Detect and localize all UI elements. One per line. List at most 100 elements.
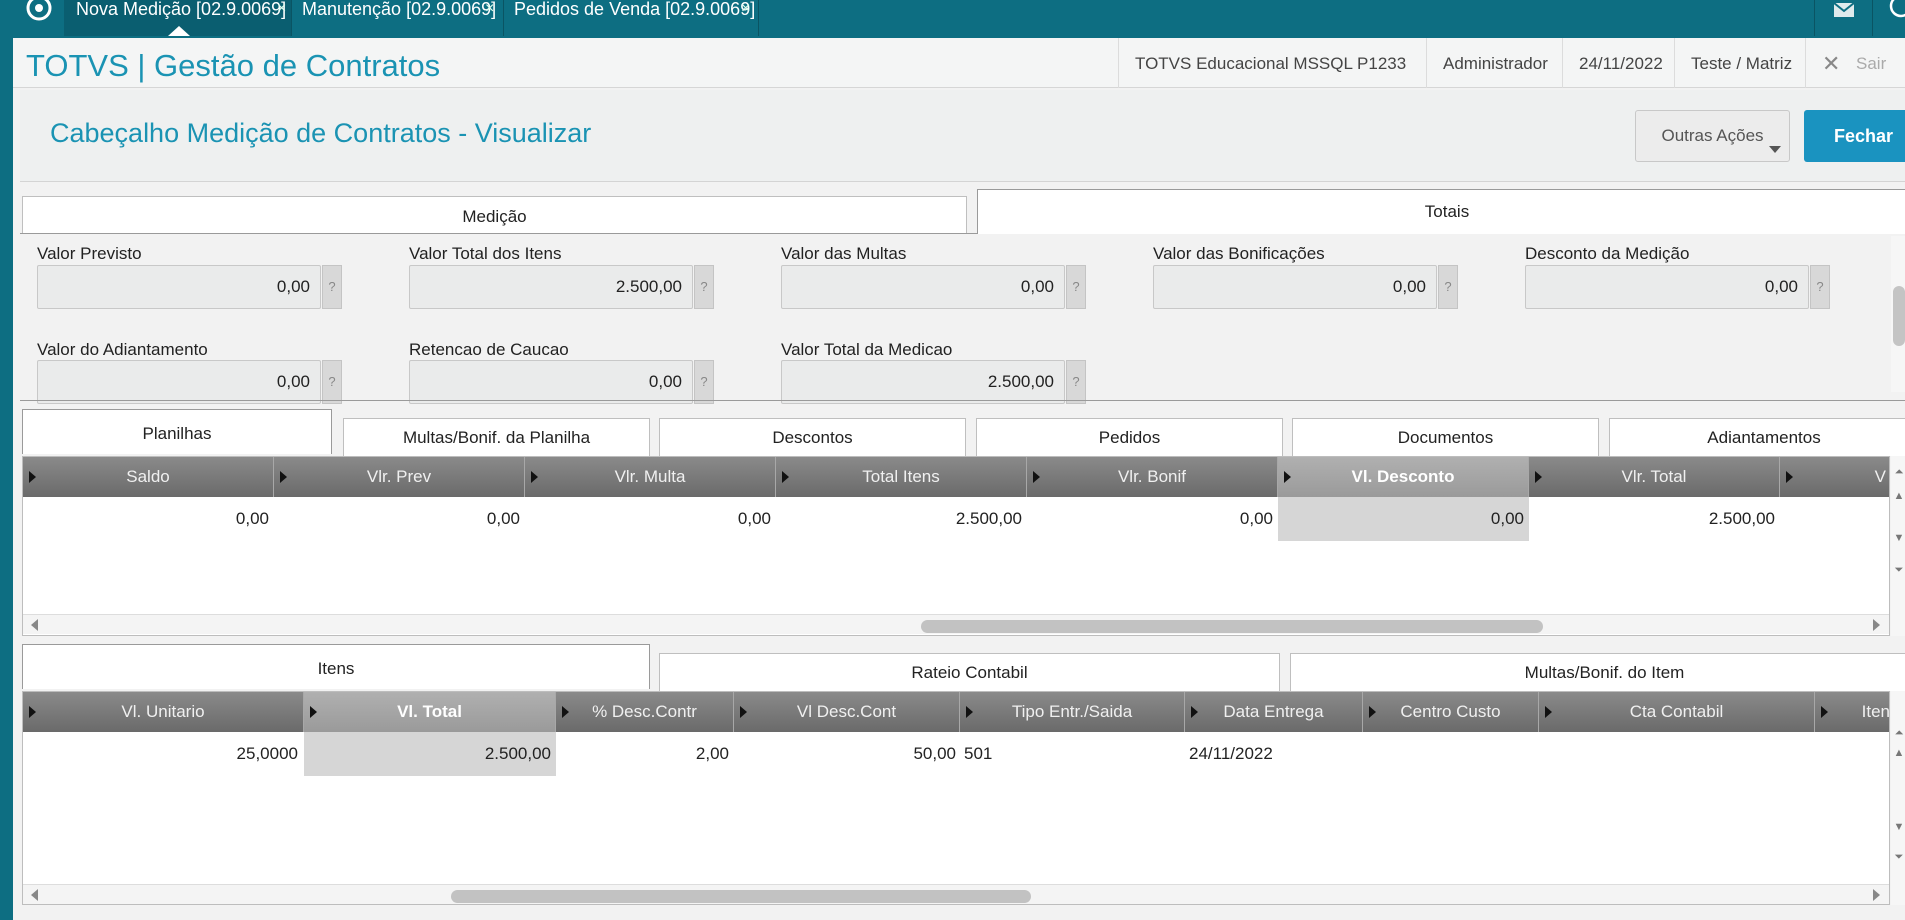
mail-button[interactable]	[1814, 0, 1872, 36]
help-button[interactable]: ?	[694, 265, 714, 309]
help-button[interactable]: ?	[1810, 265, 1830, 309]
help-button[interactable]: ?	[322, 265, 342, 309]
help-button[interactable]: ?	[1066, 360, 1086, 404]
help-button[interactable]	[1872, 0, 1905, 36]
grid-cell[interactable]: 0,00	[525, 497, 776, 541]
scroll-down-icon[interactable]: ▼	[1893, 821, 1905, 833]
scroll-left-icon[interactable]	[31, 889, 38, 901]
horizontal-scrollbar[interactable]	[23, 884, 1889, 904]
scroll-right-icon[interactable]	[1873, 619, 1880, 631]
column-header-partial[interactable]: V	[1780, 457, 1889, 497]
column-header-tipo-entr-saida[interactable]: Tipo Entr./Saida	[960, 692, 1185, 732]
grid-cell[interactable]: 2.500,00	[1529, 497, 1780, 541]
help-button[interactable]: ?	[1066, 265, 1086, 309]
grid-cell[interactable]: 0,00	[23, 497, 274, 541]
scroll-up-icon[interactable]: ▲	[1893, 747, 1905, 759]
scroll-bottom-icon[interactable]: ⏷	[1893, 564, 1905, 576]
column-header-vlr-bonif[interactable]: Vlr. Bonif	[1027, 457, 1278, 497]
column-header-desc-contr[interactable]: % Desc.Contr	[556, 692, 734, 732]
scroll-thumb[interactable]	[451, 890, 1031, 903]
column-header-total-itens[interactable]: Total Itens	[776, 457, 1027, 497]
scroll-bottom-icon[interactable]: ⏷	[1893, 851, 1905, 863]
valor-multas-field[interactable]: 0,00	[781, 265, 1065, 309]
tab-adiantamentos[interactable]: Adiantamentos	[1609, 418, 1905, 456]
help-button[interactable]: ?	[322, 360, 342, 404]
grid-header: Vl. Unitario Vl. Total % Desc.Contr Vl D…	[23, 692, 1889, 732]
valor-adiantamento-field[interactable]: 0,00	[37, 360, 321, 404]
column-header-cta-contabil[interactable]: Cta Contabil	[1539, 692, 1815, 732]
tab-multas-bonif-planilha[interactable]: Multas/Bonif. da Planilha	[343, 418, 650, 456]
grid-cell[interactable]: 0,00	[1027, 497, 1278, 541]
column-label: Data Entrega	[1223, 702, 1324, 721]
grid-cell[interactable]: 24/11/2022	[1185, 732, 1363, 776]
scroll-right-icon[interactable]	[1873, 889, 1880, 901]
close-button[interactable]: Fechar	[1804, 110, 1905, 162]
column-header-vlr-multa[interactable]: Vlr. Multa	[525, 457, 776, 497]
column-header-partial[interactable]: Iten	[1815, 692, 1889, 732]
help-button[interactable]: ?	[1438, 265, 1458, 309]
scroll-thumb[interactable]	[1893, 286, 1905, 346]
valor-total-itens-field[interactable]: 2.500,00	[409, 265, 693, 309]
grid-cell[interactable]	[1539, 732, 1815, 776]
other-actions-button[interactable]: Outras Ações	[1635, 110, 1790, 162]
tab-totais[interactable]: Totais	[977, 189, 1905, 234]
left-edge-strip	[0, 38, 13, 920]
form-vertical-scrollbar[interactable]	[1891, 236, 1905, 392]
tab-multas-bonif-item[interactable]: Multas/Bonif. do Item	[1290, 653, 1905, 691]
grid-cell[interactable]: 25,0000	[23, 732, 304, 776]
field-label: Valor Total dos Itens	[409, 244, 562, 263]
tab-rateio-contabil[interactable]: Rateio Contabil	[659, 653, 1280, 691]
top-tab-bar: Nova Medição [02.9.0069] × Manutenção [0…	[0, 0, 1905, 38]
tab-descontos[interactable]: Descontos	[659, 418, 966, 456]
planilhas-vertical-scrollbar[interactable]: ⏶ ▲ ▼ ⏷	[1891, 456, 1905, 636]
horizontal-scrollbar[interactable]	[23, 614, 1889, 634]
tab-planilhas[interactable]: Planilhas	[22, 409, 332, 454]
itens-grid: Vl. Unitario Vl. Total % Desc.Contr Vl D…	[22, 691, 1890, 905]
tab-pedidos[interactable]: Pedidos	[976, 418, 1283, 456]
tab-pedidos-de-venda[interactable]: Pedidos de Venda [02.9.0069] ×	[504, 0, 759, 36]
column-header-vl-unitario[interactable]: Vl. Unitario	[23, 692, 304, 732]
column-header-vl-total[interactable]: Vl. Total	[304, 692, 556, 732]
scroll-top-icon[interactable]: ⏶	[1893, 466, 1905, 478]
desconto-medicao-field[interactable]: 0,00	[1525, 265, 1809, 309]
grid-cell-selected[interactable]: 2.500,00	[304, 732, 556, 776]
column-label: Saldo	[126, 467, 170, 486]
scroll-up-icon[interactable]: ▲	[1893, 490, 1905, 502]
help-button[interactable]: ?	[694, 360, 714, 404]
column-header-vlr-prev[interactable]: Vlr. Prev	[274, 457, 525, 497]
valor-bonificacoes-field[interactable]: 0,00	[1153, 265, 1437, 309]
column-header-centro-custo[interactable]: Centro Custo	[1363, 692, 1539, 732]
grid-cell[interactable]	[1363, 732, 1539, 776]
column-header-vlr-total[interactable]: Vlr. Total	[1529, 457, 1780, 497]
tab-medicao[interactable]: Medição	[22, 196, 967, 234]
close-icon[interactable]: ×	[485, 0, 494, 18]
grid-cell[interactable]: 0,00	[274, 497, 525, 541]
close-icon[interactable]: ×	[741, 0, 750, 18]
tab-manutencao[interactable]: Manutenção [02.9.0069] ×	[292, 0, 504, 36]
grid-cell[interactable]: 2.500,00	[776, 497, 1027, 541]
tab-itens[interactable]: Itens	[22, 644, 650, 689]
column-label: Vl. Unitario	[121, 702, 205, 721]
scroll-thumb[interactable]	[921, 620, 1543, 633]
grid-cell[interactable]: 50,00	[734, 732, 960, 776]
itens-vertical-scrollbar[interactable]: ⏶ ▲ ▼ ⏷	[1891, 691, 1905, 905]
tab-documentos[interactable]: Documentos	[1292, 418, 1599, 456]
grid-cell[interactable]: 2,00	[556, 732, 734, 776]
exit-button[interactable]: ✕ Sair	[1805, 38, 1902, 88]
column-header-vl-desconto[interactable]: Vl. Desconto	[1278, 457, 1529, 497]
close-icon[interactable]: ×	[277, 0, 286, 18]
sort-arrow-icon	[29, 471, 36, 483]
valor-previsto-field[interactable]: 0,00	[37, 265, 321, 309]
column-header-vl-desc-cont[interactable]: Vl Desc.Cont	[734, 692, 960, 732]
retencao-caucao-field[interactable]: 0,00	[409, 360, 693, 404]
column-label: Cta Contabil	[1629, 702, 1724, 721]
scroll-left-icon[interactable]	[31, 619, 38, 631]
column-header-data-entrega[interactable]: Data Entrega	[1185, 692, 1363, 732]
scroll-top-icon[interactable]: ⏶	[1893, 727, 1905, 739]
valor-total-medicao-field[interactable]: 2.500,00	[781, 360, 1065, 404]
grid-cell-selected[interactable]: 0,00	[1278, 497, 1529, 541]
column-header-saldo[interactable]: Saldo	[23, 457, 274, 497]
grid-cell[interactable]: 501	[960, 732, 1185, 776]
totvs-logo-icon[interactable]	[24, 0, 54, 22]
scroll-down-icon[interactable]: ▼	[1893, 532, 1905, 544]
